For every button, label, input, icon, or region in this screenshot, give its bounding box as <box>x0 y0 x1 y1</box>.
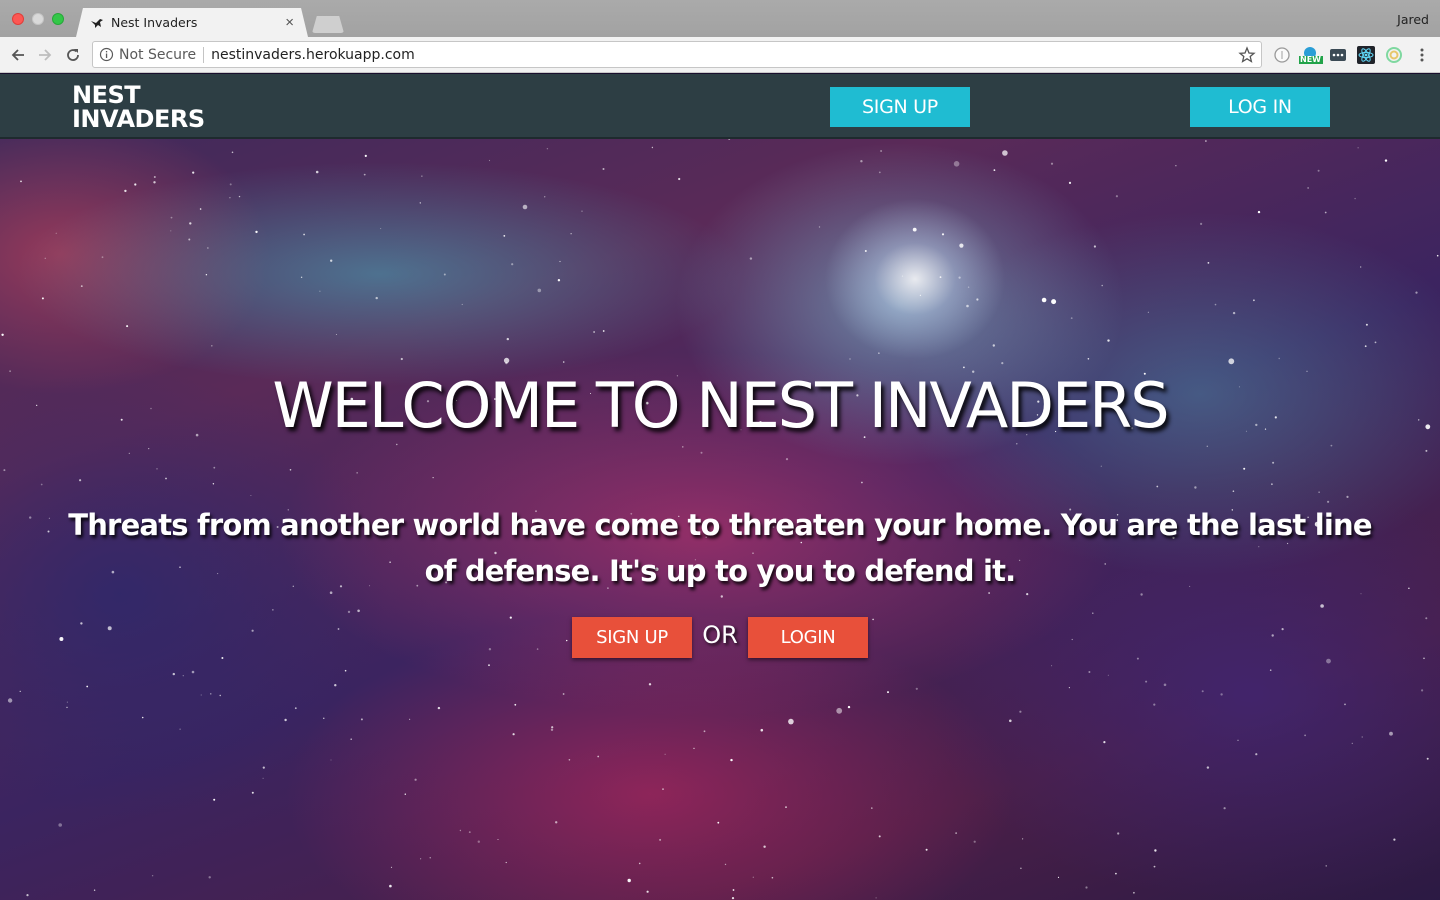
extension-new-icon[interactable]: NEW <box>1298 46 1324 64</box>
cta-or-label: OR <box>702 621 738 649</box>
web-page: NEST INVADERS SIGN UP LOG IN WELCOME TO … <box>0 74 1440 900</box>
extension-circle-icon[interactable] <box>1273 46 1291 64</box>
hero-title: WELCOME TO NEST INVADERS <box>272 369 1169 442</box>
hero-subtitle: Threats from another world have come to … <box>68 508 1372 588</box>
extension-badge-label: NEW <box>1300 55 1321 64</box>
browser-toolbar: Not Secure nestinvaders.herokuapp.com NE… <box>0 37 1440 73</box>
back-arrow-icon <box>11 49 24 61</box>
info-icon[interactable] <box>99 47 114 62</box>
hero-login-button[interactable]: LOGIN <box>748 617 868 658</box>
hero-signup-button[interactable]: SIGN UP <box>572 617 692 658</box>
star-field <box>1 74 1439 900</box>
window-minimize-button[interactable] <box>32 13 44 25</box>
tab-title: Nest Invaders <box>111 15 198 30</box>
back-button[interactable] <box>8 45 28 65</box>
extension-dots-icon[interactable] <box>1329 46 1347 64</box>
site-logo[interactable]: NEST INVADERS <box>72 83 205 131</box>
extension-react-icon[interactable] <box>1357 46 1375 64</box>
forward-button[interactable] <box>35 45 55 65</box>
browser-menu-icon[interactable] <box>1413 46 1431 64</box>
new-tab-button[interactable] <box>312 16 344 33</box>
brand-line-2: INVADERS <box>72 105 205 133</box>
window-close-button[interactable] <box>12 13 24 25</box>
nav-login-button[interactable]: LOG IN <box>1190 87 1330 127</box>
tab-close-icon[interactable]: × <box>285 15 294 30</box>
browser-tab-active[interactable]: Nest Invaders × <box>76 8 308 37</box>
forward-arrow-icon <box>39 49 52 61</box>
reload-icon <box>67 49 79 61</box>
profile-name[interactable]: Jared <box>1397 12 1429 27</box>
cta-row: SIGN UP OR LOGIN <box>572 617 872 659</box>
url-text[interactable]: nestinvaders.herokuapp.com <box>211 47 1238 63</box>
reload-button[interactable] <box>63 45 83 65</box>
address-bar-divider <box>203 46 205 63</box>
bird-favicon-icon <box>91 18 103 28</box>
window-maximize-button[interactable] <box>52 13 64 25</box>
bookmark-star-icon[interactable] <box>1238 45 1256 64</box>
nav-signup-button[interactable]: SIGN UP <box>830 87 970 127</box>
brand-line-1: NEST <box>72 81 141 109</box>
security-label[interactable]: Not Secure <box>119 47 196 63</box>
extension-spiral-icon[interactable] <box>1385 46 1403 64</box>
browser-title-bar: Nest Invaders × Jared <box>0 0 1440 37</box>
address-bar[interactable]: Not Secure nestinvaders.herokuapp.com <box>92 41 1262 68</box>
site-navbar: NEST INVADERS SIGN UP LOG IN <box>0 74 1440 139</box>
